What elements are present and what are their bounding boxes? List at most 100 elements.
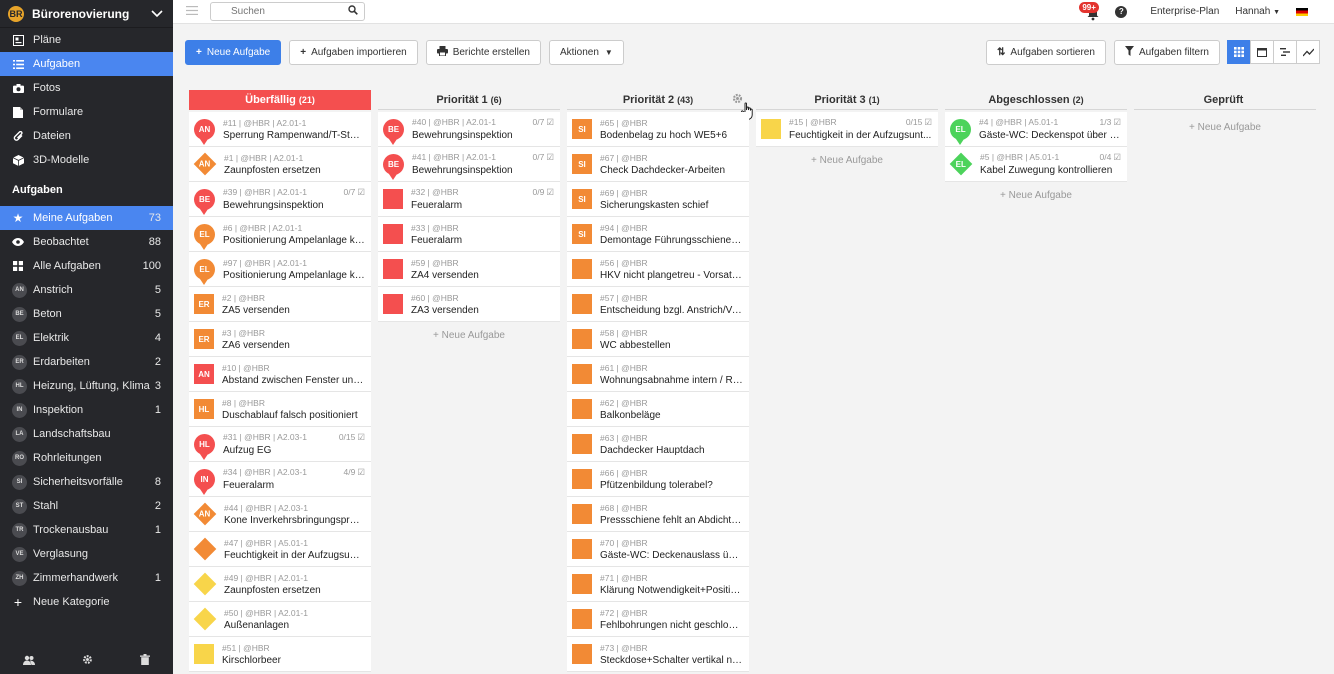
- sidebar-item-rohrleitungen[interactable]: RO Rohrleitungen: [0, 446, 173, 470]
- sidebar-item-meine-aufgaben[interactable]: ★ Meine Aufgaben 73: [0, 206, 173, 230]
- task-card[interactable]: #56 | @HBR HKV nicht plangetreu - Vorsatz…: [567, 252, 749, 287]
- task-card[interactable]: EL #5 | @HBR | A5.01-1 0/4 ☑ Kabel Zuwegung …: [945, 147, 1127, 182]
- task-card[interactable]: #15 | @HBR 0/15 ☑ Feuchtigkeit in der Aufzu…: [756, 112, 938, 147]
- task-card[interactable]: AN #1 | @HBR | A2.01-1 Zaunpfosten ersetze…: [189, 147, 371, 182]
- gear-icon[interactable]: [82, 654, 93, 668]
- add-task-link[interactable]: + Neue Aufgabe: [378, 322, 560, 348]
- actions-dropdown[interactable]: Aktionen ▼: [548, 39, 624, 65]
- task-card[interactable]: #63 | @HBR Dachdecker Hauptdach: [567, 427, 749, 462]
- task-meta: #60 | @HBR: [411, 292, 459, 303]
- task-title: ZA4 versenden: [411, 269, 479, 281]
- sidebar-item-fotos[interactable]: Fotos: [0, 76, 173, 100]
- sidebar-item-formulare[interactable]: Formulare: [0, 100, 173, 124]
- task-card[interactable]: EL #97 | @HBR | A2.01-1 Positionierung Amp…: [189, 252, 371, 287]
- task-card[interactable]: #60 | @HBR ZA3 versenden: [378, 287, 560, 322]
- sidebar-item-aufgaben[interactable]: Aufgaben: [0, 52, 173, 76]
- task-card[interactable]: #32 | @HBR 0/9 ☑ Feueralarm: [378, 182, 560, 217]
- task-card[interactable]: #57 | @HBR Entscheidung bzgl. Anstrich/Ve…: [567, 287, 749, 322]
- task-card[interactable]: #70 | @HBR Gäste-WC: Deckenauslass über..…: [567, 532, 749, 567]
- task-card[interactable]: BE #41 | @HBR | A2.01-1 0/7 ☑ Bewehrungsinsp…: [378, 147, 560, 182]
- sidebar-item-stahl[interactable]: ST Stahl 2: [0, 494, 173, 518]
- sidebar-item-beton[interactable]: BE Beton 5: [0, 302, 173, 326]
- sidebar-item-zimmerhandwerk[interactable]: ZH Zimmerhandwerk 1: [0, 566, 173, 590]
- task-card[interactable]: AN #10 | @HBR Abstand zwischen Fenster und…: [189, 357, 371, 392]
- task-card[interactable]: HL #8 | @HBR Duschablauf falsch positionie…: [189, 392, 371, 427]
- task-card[interactable]: #33 | @HBR Feueralarm: [378, 217, 560, 252]
- new-task-button[interactable]: + Neue Aufgabe: [185, 39, 282, 65]
- sidebar-item-count: 5: [154, 308, 161, 320]
- task-card[interactable]: SI #67 | @HBR Check Dachdecker-Arbeiten: [567, 147, 749, 182]
- task-card[interactable]: ER #2 | @HBR ZA5 versenden: [189, 287, 371, 322]
- sidebar-item-elektrik[interactable]: EL Elektrik 4: [0, 326, 173, 350]
- column-count: (6): [490, 94, 502, 105]
- plan-link[interactable]: Enterprise-Plan: [1150, 6, 1219, 17]
- trash-icon[interactable]: [139, 654, 150, 668]
- task-card[interactable]: SI #94 | @HBR Demontage Führungsschienen .…: [567, 217, 749, 252]
- filter-tasks-button[interactable]: Aufgaben filtern: [1113, 39, 1220, 65]
- sidebar-item-verglasung[interactable]: VE Verglasung: [0, 542, 173, 566]
- task-card[interactable]: #71 | @HBR Klärung Notwendigkeit+Positio.…: [567, 567, 749, 602]
- add-task-link[interactable]: + Neue Aufgabe: [1134, 114, 1316, 140]
- add-task-link[interactable]: + Neue Aufgabe: [945, 182, 1127, 208]
- gantt-view-icon[interactable]: [1273, 40, 1297, 64]
- plans-icon: [12, 34, 24, 46]
- task-card[interactable]: IN #34 | @HBR | A2.03-1 4/9 ☑ Feueralarm: [189, 462, 371, 497]
- sidebar-item-landschaftsbau[interactable]: LA Landschaftsbau: [0, 422, 173, 446]
- task-card[interactable]: #51 | @HBR Kirschlorbeer: [189, 637, 371, 672]
- sidebar-item-sicherheitsvorfalle[interactable]: SI Sicherheitsvorfälle 8: [0, 470, 173, 494]
- users-icon[interactable]: [23, 655, 36, 668]
- new-category-button[interactable]: + Neue Kategorie: [0, 590, 173, 614]
- task-card[interactable]: BE #39 | @HBR | A2.01-1 0/7 ☑ Bewehrungsinsp…: [189, 182, 371, 217]
- sidebar-item-3d-modelle[interactable]: 3D-Modelle: [0, 148, 173, 172]
- task-card[interactable]: #73 | @HBR Steckdose+Schalter vertikal ne…: [567, 637, 749, 672]
- import-tasks-button[interactable]: + Aufgaben importieren: [289, 39, 418, 65]
- task-card[interactable]: BE #40 | @HBR | A2.01-1 0/7 ☑ Bewehrungsinsp…: [378, 112, 560, 147]
- sidebar-item-beobachtet[interactable]: Beobachtet 88: [0, 230, 173, 254]
- task-card[interactable]: EL #4 | @HBR | A5.01-1 1/3 ☑ Gäste-WC: Decke…: [945, 112, 1127, 147]
- create-reports-button[interactable]: Berichte erstellen: [425, 39, 541, 65]
- help-icon[interactable]: ?: [1115, 5, 1128, 18]
- task-card[interactable]: #61 | @HBR Wohnungsabnahme intern / Re...: [567, 357, 749, 392]
- sidebar-item-anstrich[interactable]: AN Anstrich 5: [0, 278, 173, 302]
- search-box[interactable]: [210, 2, 365, 21]
- sidebar-item-erdarbeiten[interactable]: ER Erdarbeiten 2: [0, 350, 173, 374]
- notifications-button[interactable]: 99+: [1079, 1, 1103, 22]
- category-badge-text: AN: [199, 509, 211, 519]
- statistics-view-icon[interactable]: [1296, 40, 1320, 64]
- project-switcher[interactable]: BR Bürorenovierung: [0, 0, 173, 28]
- sidebar-item-alle-aufgaben[interactable]: Alle Aufgaben 100: [0, 254, 173, 278]
- task-card[interactable]: #49 | @HBR | A2.01-1 Zaunpfosten ersetzen: [189, 567, 371, 602]
- task-meta: #5 | @HBR | A5.01-1: [980, 152, 1060, 162]
- task-card[interactable]: #50 | @HBR | A2.01-1 Außenanlagen: [189, 602, 371, 637]
- german-flag-icon[interactable]: [1296, 7, 1308, 16]
- task-card[interactable]: #59 | @HBR ZA4 versenden: [378, 252, 560, 287]
- sidebar-item-plane[interactable]: Pläne: [0, 28, 173, 52]
- task-card[interactable]: #68 | @HBR Pressschiene fehlt an Abdichtu…: [567, 497, 749, 532]
- user-menu[interactable]: Hannah ▼: [1235, 6, 1280, 17]
- board-view-icon[interactable]: [1227, 40, 1251, 64]
- task-card[interactable]: #72 | @HBR Fehlbohrungen nicht geschlosse…: [567, 602, 749, 637]
- hamburger-menu-icon[interactable]: [186, 5, 200, 18]
- task-card[interactable]: #58 | @HBR WC abbestellen: [567, 322, 749, 357]
- task-card[interactable]: #62 | @HBR Balkonbeläge: [567, 392, 749, 427]
- add-task-link[interactable]: + Neue Aufgabe: [756, 147, 938, 173]
- search-icon[interactable]: [348, 5, 358, 18]
- task-card[interactable]: ER #3 | @HBR ZA6 versenden: [189, 322, 371, 357]
- task-card[interactable]: SI #65 | @HBR Bodenbelag zu hoch WE5+6: [567, 112, 749, 147]
- sidebar-item-heizung-luftung-klima[interactable]: HL Heizung, Lüftung, Klima 3: [0, 374, 173, 398]
- task-card[interactable]: EL #6 | @HBR | A2.01-1 Positionierung Ampe…: [189, 217, 371, 252]
- sidebar-item-dateien[interactable]: Dateien: [0, 124, 173, 148]
- task-card[interactable]: #47 | @HBR | A5.01-1 Feuchtigkeit in der …: [189, 532, 371, 567]
- search-input[interactable]: [231, 6, 331, 17]
- sidebar-item-trockenausbau[interactable]: TR Trockenausbau 1: [0, 518, 173, 542]
- sidebar-item-inspektion[interactable]: IN Inspektion 1: [0, 398, 173, 422]
- task-card[interactable]: AN #44 | @HBR | A2.03-1 Kone Inverkehrsbri…: [189, 497, 371, 532]
- task-card[interactable]: SI #69 | @HBR Sicherungskasten schief: [567, 182, 749, 217]
- task-card[interactable]: AN #11 | @HBR | A2.01-1 Sperrung Rampenwan…: [189, 112, 371, 147]
- sort-tasks-button[interactable]: ⇅ Aufgaben sortieren: [986, 39, 1106, 65]
- task-card[interactable]: #66 | @HBR Pfützenbildung tolerabel?: [567, 462, 749, 497]
- task-card[interactable]: HL #31 | @HBR | A2.03-1 0/15 ☑ Aufzug EG: [189, 427, 371, 462]
- chevron-down-icon[interactable]: [149, 6, 165, 22]
- column-title: Überfällig: [245, 94, 296, 106]
- calendar-view-icon[interactable]: [1250, 40, 1274, 64]
